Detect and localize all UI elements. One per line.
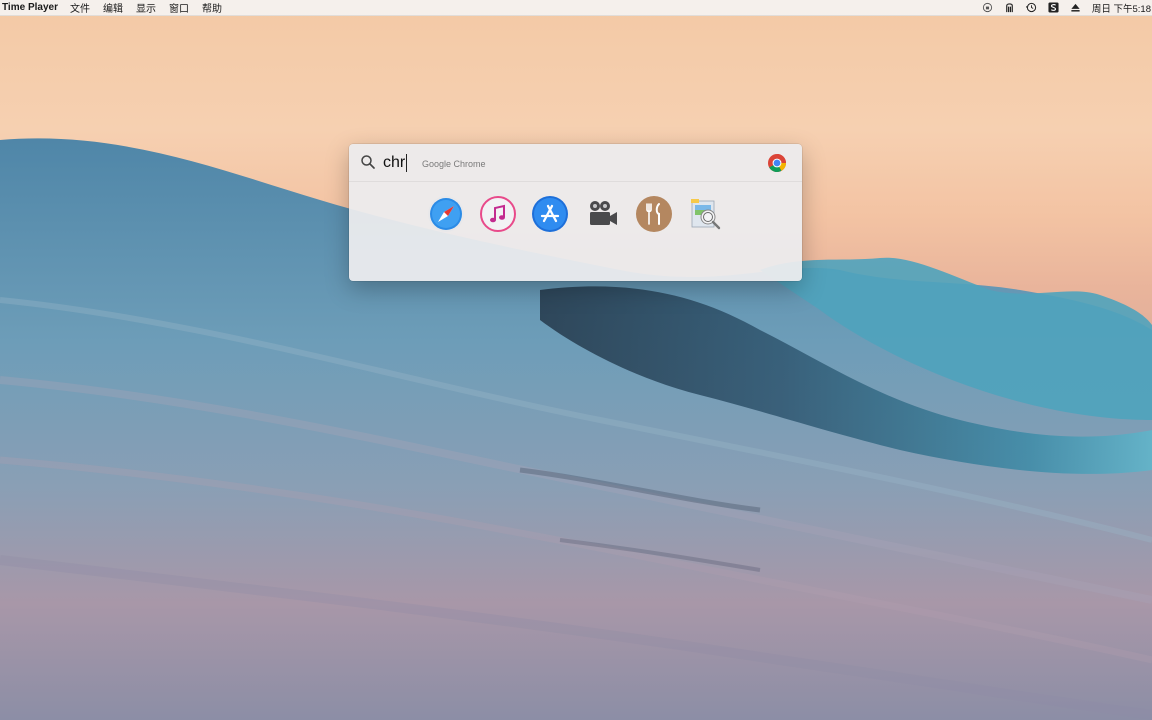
movie-camera-icon[interactable] [583, 195, 621, 233]
acrobat-icon[interactable] [1004, 2, 1015, 13]
safari-icon[interactable] [427, 195, 465, 233]
spotlight-query[interactable]: chr [383, 153, 405, 173]
spotlight-search-bar[interactable]: chr Google Chrome [349, 144, 802, 182]
wallpaper [0, 138, 1152, 720]
preview-icon[interactable] [687, 195, 725, 233]
menu-app-name[interactable]: Time Player [2, 2, 58, 13]
search-icon [361, 155, 375, 169]
status-area: 周日 下午5:18 [982, 0, 1152, 15]
app-store-icon[interactable] [531, 195, 569, 233]
itunes-icon[interactable] [479, 195, 517, 233]
eject-icon[interactable] [1070, 2, 1081, 13]
restaurant-icon[interactable] [635, 195, 673, 233]
menu-file[interactable]: 文件 [70, 0, 90, 15]
desktop: Time Player 文件 编辑 显示 窗口 帮助 周日 下午5:18 chr… [0, 0, 1152, 720]
spotlight-window: chr Google Chrome [349, 144, 802, 281]
menu-edit[interactable]: 编辑 [103, 0, 123, 15]
menu-clock[interactable]: 周日 下午5:18 [1092, 1, 1151, 15]
menu-bar: Time Player 文件 编辑 显示 窗口 帮助 周日 下午5:18 [0, 0, 1152, 16]
dollar-icon[interactable] [1048, 2, 1059, 13]
menu-view[interactable]: 显示 [136, 0, 156, 15]
time-machine-icon[interactable] [1025, 2, 1037, 13]
chrome-icon[interactable] [767, 153, 787, 173]
spotlight-completion: Google Chrome [422, 159, 486, 169]
lock-icon[interactable] [982, 2, 993, 13]
menu-help[interactable]: 帮助 [202, 0, 222, 15]
menu-window[interactable]: 窗口 [169, 0, 189, 15]
text-caret [406, 154, 407, 172]
spotlight-app-row [349, 195, 802, 235]
